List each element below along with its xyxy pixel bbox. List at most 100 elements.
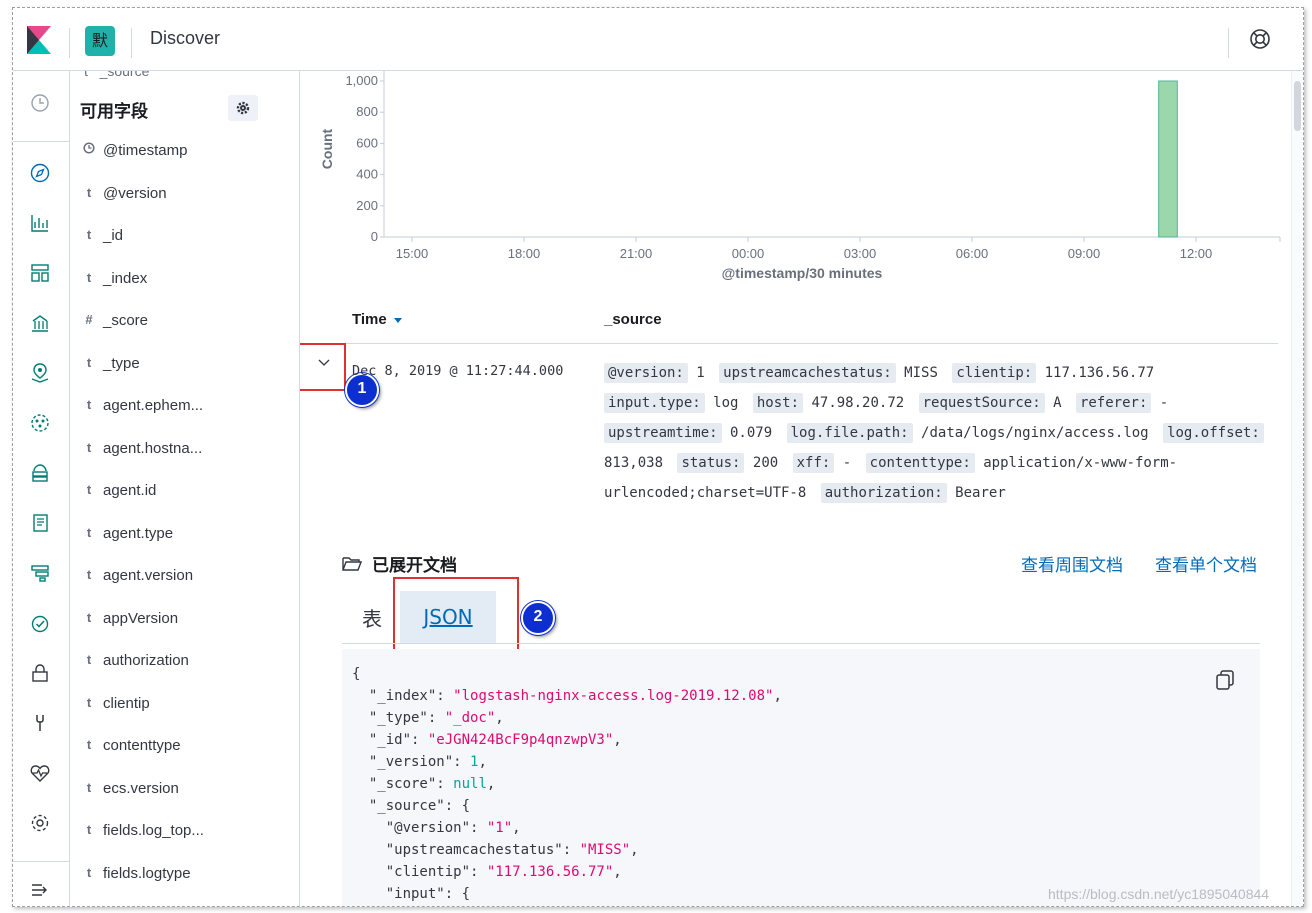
json-code-block: { "_index": "logstash-nginx-access.log-2… [342, 649, 1260, 906]
scrollbar-thumb[interactable] [1294, 81, 1301, 131]
management-gear-icon[interactable] [27, 810, 53, 836]
json-punct: , [512, 820, 521, 836]
field-item[interactable]: t fields.logtype [70, 859, 299, 889]
siem-lock-icon[interactable] [27, 660, 53, 686]
json-punct: , [495, 710, 504, 726]
stack-monitoring-icon[interactable] [27, 760, 53, 786]
tab-table[interactable]: 表 [350, 591, 394, 643]
dev-tools-wrench-icon[interactable] [27, 710, 53, 736]
field-name: appVersion [103, 609, 179, 627]
page-title: Discover [150, 28, 221, 48]
field-item[interactable]: t authorization [70, 646, 299, 676]
x-axis-title: @timestamp/30 minutes [722, 265, 883, 281]
infrastructure-icon[interactable] [27, 460, 53, 486]
field-item[interactable]: t agent.hostna... [70, 434, 299, 464]
folder-open-icon [342, 556, 362, 571]
x-tick-label: 09:00 [1068, 246, 1101, 261]
field-type-string-icon: t [86, 397, 92, 412]
source-field-key: xff: [792, 453, 835, 473]
y-tick-label: 200 [356, 198, 378, 213]
field-item[interactable]: @timestamp [70, 136, 299, 166]
row-time-cell: Dec 8, 2019 @ 11:27:44.000 [352, 363, 564, 379]
field-name: agent.version [103, 567, 194, 584]
field-name: _type [103, 354, 140, 372]
copy-icon[interactable] [1214, 669, 1236, 691]
space-avatar[interactable]: 默 [85, 26, 115, 56]
field-item[interactable]: t agent.id [70, 476, 299, 506]
recent-clock-icon[interactable] [27, 90, 53, 116]
field-name: agent.hostna... [103, 439, 203, 457]
maps-pin-icon[interactable] [27, 360, 53, 386]
json-punct: "_score": [352, 776, 454, 792]
source-field-value: 813,038 [604, 455, 664, 471]
field-item[interactable]: t agent.version [70, 561, 299, 591]
source-field-key: host: [752, 393, 804, 413]
apm-icon[interactable] [27, 560, 53, 586]
annotation-badge-2: 2 [521, 601, 555, 635]
json-line: "clientip": "117.136.56.77", [352, 861, 782, 883]
json-punct: , [613, 864, 622, 880]
json-line: "@version": "1", [352, 817, 782, 839]
view-surrounding-docs-link[interactable]: 查看周围文档 [1021, 551, 1123, 576]
page-scrollbar[interactable] [1291, 71, 1303, 906]
canvas-icon[interactable] [27, 310, 53, 336]
top-header: 默 Discover [13, 8, 1303, 71]
json-line: "_score": null, [352, 773, 782, 795]
json-punct: , [773, 688, 782, 704]
source-field-value: - [1151, 395, 1169, 411]
sort-desc-icon[interactable] [393, 316, 403, 324]
field-settings-button[interactable] [228, 95, 258, 121]
field-item[interactable]: t agent.type [70, 519, 299, 549]
field-item[interactable]: t agent.ephem... [70, 391, 299, 421]
source-field-value: 0.079 [721, 425, 773, 441]
field-type-string-icon: t [86, 567, 92, 582]
json-punct: "@version": [352, 820, 487, 836]
field-item[interactable]: t contenttype [70, 731, 299, 761]
field-type-string-icon: t [86, 227, 92, 242]
field-type-string-icon: t [86, 609, 92, 625]
uptime-icon[interactable] [27, 610, 53, 636]
json-line: { [352, 663, 782, 685]
column-header-time[interactable]: Time [352, 311, 403, 328]
field-item[interactable]: t appVersion [70, 604, 299, 634]
field-item[interactable]: t @version [70, 179, 299, 209]
source-field-key: authorization: [820, 483, 947, 503]
histogram-svg: 0 200 400 600 800 1,000 15:00 18:00 21:00 00:00 03… [319, 71, 1281, 281]
available-fields-title: 可用字段 [80, 102, 148, 122]
collapse-nav-icon[interactable] [27, 877, 53, 903]
kibana-logo-icon[interactable] [27, 26, 51, 54]
field-item[interactable]: # _score [70, 306, 299, 336]
json-line: "_type": "_doc", [352, 707, 782, 729]
field-item[interactable]: t _type [70, 349, 299, 379]
selected-field-source[interactable]: t _source [84, 71, 149, 79]
field-type-string-icon: t [86, 779, 92, 795]
visualize-chart-icon[interactable] [27, 210, 53, 236]
app-frame: 默 Discover t _source 可用字段 @timestamp t @… [12, 7, 1304, 907]
logs-icon[interactable] [27, 510, 53, 536]
json-punct: "_type": [352, 710, 445, 726]
ml-icon[interactable] [27, 410, 53, 436]
column-time-label: Time [352, 311, 387, 328]
field-type-string-icon: t [86, 822, 92, 837]
header-separator [1228, 28, 1229, 58]
json-number: null [453, 776, 487, 792]
json-punct: , [486, 776, 496, 792]
field-item[interactable]: t _index [70, 264, 299, 294]
field-item[interactable]: t _id [70, 221, 299, 251]
y-axis-title: Count [319, 128, 335, 169]
histogram-chart[interactable]: 0 200 400 600 800 1,000 15:00 18:00 21:00 00:00 03… [300, 71, 1290, 281]
json-line: "_index": "logstash-nginx-access.log-201… [352, 685, 782, 707]
dashboard-icon[interactable] [27, 260, 53, 286]
discover-compass-icon[interactable] [18, 154, 62, 192]
nav-divider [13, 861, 69, 862]
header-separator [131, 28, 132, 58]
field-item[interactable]: t ecs.version [70, 774, 299, 804]
help-lifebuoy-icon[interactable] [1249, 28, 1271, 50]
field-item[interactable]: t fields.log_top... [70, 816, 299, 846]
source-field-value: /data/logs/nginx/access.log [912, 425, 1149, 441]
field-type-string-icon: t [86, 439, 92, 455]
field-type-date-icon [82, 142, 96, 157]
field-item[interactable]: t clientip [70, 689, 299, 719]
view-single-doc-link[interactable]: 查看单个文档 [1155, 551, 1257, 576]
field-type-string-icon: t [86, 864, 92, 880]
